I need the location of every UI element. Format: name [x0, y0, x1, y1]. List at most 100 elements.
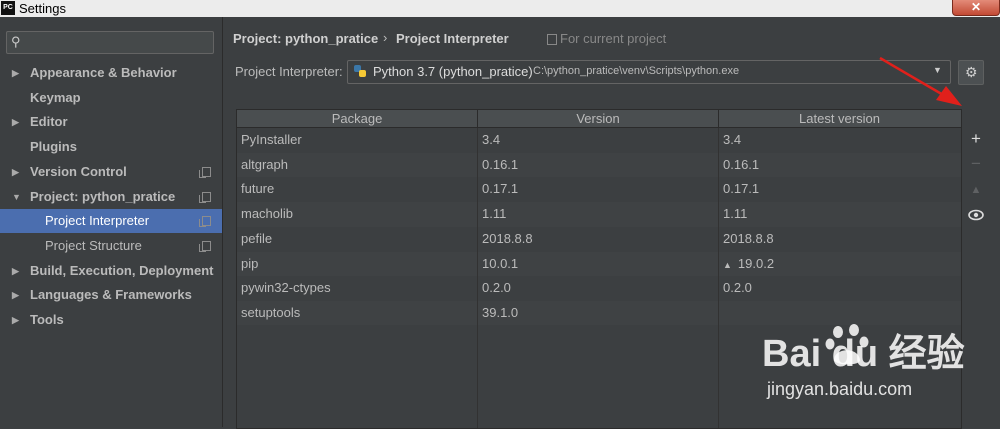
table-row[interactable]: pip 10.0.1 ▲ 19.0.2: [237, 251, 961, 278]
sidebar-item-label: Editor: [30, 114, 68, 130]
pycharm-logo-icon: PC: [1, 1, 15, 15]
breadcrumb-separator: ›: [383, 30, 388, 45]
package-name-cell: future: [241, 181, 275, 197]
package-name-cell: pywin32-ctypes: [241, 280, 331, 296]
latest-version-text: 0.2.0: [723, 280, 752, 296]
add-package-button[interactable]: +: [967, 130, 985, 148]
baidu-watermark-text: Bai du 经验: [762, 333, 965, 375]
sidebar-item-build-execution-deployment[interactable]: ▶ Build, Execution, Deployment: [0, 259, 222, 283]
package-name-cell: PyInstaller: [241, 132, 302, 147]
package-name-cell: altgraph: [241, 156, 288, 172]
table-row[interactable]: PyInstaller 3.4 3.4: [237, 128, 961, 153]
sidebar-item-label: Keymap: [30, 89, 81, 105]
sidebar-item-label: Project Interpreter: [45, 213, 150, 229]
sidebar-item-tools[interactable]: ▶ Tools: [0, 308, 222, 332]
baidu-watermark-url: jingyan.baidu.com: [767, 379, 913, 399]
sidebar-item-label: Languages & Frameworks: [30, 287, 192, 303]
sidebar-item-languages-frameworks[interactable]: ▶ Languages & Frameworks: [0, 283, 222, 307]
package-name-cell: setuptools: [241, 304, 301, 320]
sidebar-item-label: Version Control: [30, 163, 127, 179]
package-version-cell: 0.16.1: [482, 156, 519, 172]
interpreter-label: Project Interpreter:: [235, 64, 343, 79]
close-button[interactable]: ✕: [952, 0, 1000, 16]
latest-version-text: 1.11: [723, 206, 748, 222]
sidebar-item-keymap[interactable]: Keymap: [0, 86, 222, 110]
sidebar-item-appearance-behavior[interactable]: ▶ Appearance & Behavior: [0, 61, 222, 85]
sidebar-item-project-interpreter[interactable]: Project Interpreter: [0, 209, 222, 234]
window-title: Settings: [19, 1, 66, 16]
latest-version-text: 19.0.2: [737, 255, 775, 271]
latest-version-text: 0.17.1: [723, 181, 760, 197]
sidebar-item-label: Plugins: [30, 139, 77, 155]
chevron-down-icon[interactable]: ▼: [12, 185, 21, 209]
title-bar: PC Settings ✕: [0, 0, 1000, 17]
table-row[interactable]: future 0.17.1 0.17.1: [237, 177, 961, 202]
remove-package-button[interactable]: −: [967, 155, 985, 173]
interpreter-dropdown[interactable]: Python 3.7 (python_pratice) C:\python_pr…: [347, 60, 951, 84]
project-level-icon: [199, 166, 211, 178]
column-divider: [718, 128, 719, 428]
table-row[interactable]: macholib 1.11 1.11: [237, 202, 961, 227]
latest-version-text: 2018.8.8: [723, 230, 774, 246]
package-latest-cell: 1.11: [723, 202, 747, 227]
package-version-cell: 2018.8.8: [482, 230, 533, 246]
package-version-cell: 0.2.0: [482, 280, 511, 296]
sidebar-item-label: Tools: [30, 312, 64, 327]
package-version-cell: 1.11: [482, 206, 507, 222]
chevron-right-icon[interactable]: ▶: [12, 110, 19, 134]
chevron-right-icon[interactable]: ▶: [12, 283, 19, 307]
package-latest-cell: 0.17.1: [723, 177, 759, 202]
chevron-right-icon[interactable]: ▶: [12, 61, 19, 85]
sidebar-item-plugins[interactable]: Plugins: [0, 135, 222, 159]
scope-label: For current project: [560, 31, 667, 46]
settings-sidebar: ⚲ ▶ Appearance & Behavior Keymap ▶ Editor Plu…: [0, 17, 223, 427]
latest-version-text: 3.4: [723, 132, 742, 147]
chevron-right-icon[interactable]: ▶: [12, 308, 19, 332]
breadcrumb-page: Project Interpreter: [396, 31, 509, 46]
column-header-package[interactable]: Package: [237, 110, 478, 127]
column-header-latest[interactable]: Latest version: [719, 110, 960, 127]
package-version-cell: 39.1.0: [482, 304, 519, 320]
show-early-releases-button[interactable]: [967, 207, 985, 225]
table-row[interactable]: pefile 2018.8.8 2018.8.8: [237, 227, 961, 252]
package-latest-cell: 3.4: [723, 128, 741, 153]
package-name-cell: pefile: [241, 230, 273, 246]
package-version-cell: 10.0.1: [482, 255, 519, 271]
sidebar-item-label: Project: python_pratice: [30, 188, 176, 204]
sidebar-item-project-python-pratice[interactable]: ▼ Project: python_pratice: [0, 185, 222, 209]
project-scope-icon: [547, 34, 557, 45]
upgrade-available-icon: ▲: [723, 259, 732, 270]
sidebar-item-label: Appearance & Behavior: [30, 65, 177, 80]
sidebar-item-label: Project Structure: [45, 237, 142, 253]
breadcrumb-project[interactable]: Project: python_pratice: [233, 31, 378, 46]
interpreter-settings-button[interactable]: ⚙: [958, 60, 984, 85]
baidu-watermark: Bai du 经验 jingyan.baidu.com: [732, 317, 982, 407]
search-icon: ⚲: [11, 34, 21, 49]
chevron-right-icon[interactable]: ▶: [12, 160, 19, 184]
table-row[interactable]: pywin32-ctypes 0.2.0 0.2.0: [237, 276, 961, 301]
package-version-cell: 3.4: [482, 132, 501, 147]
column-divider: [477, 128, 478, 428]
sidebar-item-editor[interactable]: ▶ Editor: [0, 110, 222, 134]
package-name-cell: pip: [241, 255, 259, 271]
settings-search-input[interactable]: ⚲: [6, 31, 214, 54]
chevron-right-icon[interactable]: ▶: [12, 259, 19, 283]
package-latest-cell: ▲ 19.0.2: [723, 252, 774, 278]
python-icon: [354, 65, 366, 77]
project-level-icon: [199, 216, 211, 228]
latest-version-text: 0.16.1: [723, 156, 760, 172]
sidebar-item-project-structure[interactable]: Project Structure: [0, 234, 222, 258]
gear-icon: ⚙: [965, 64, 978, 80]
project-level-icon: [199, 191, 211, 203]
sidebar-item-version-control[interactable]: ▶ Version Control: [0, 160, 222, 184]
package-name-cell: macholib: [241, 206, 294, 222]
eye-icon: [968, 209, 984, 221]
table-row[interactable]: altgraph 0.16.1 0.16.1: [237, 152, 961, 178]
interpreter-name: Python 3.7 (python_pratice): [373, 64, 533, 79]
sidebar-item-label: Build, Execution, Deployment: [30, 262, 214, 278]
chevron-down-icon: ▼: [933, 65, 942, 75]
project-level-icon: [199, 240, 211, 252]
column-header-version[interactable]: Version: [478, 110, 719, 127]
upgrade-package-button[interactable]: ▲: [967, 181, 985, 199]
interpreter-path: C:\python_pratice\venv\Scripts\python.ex…: [533, 65, 740, 77]
